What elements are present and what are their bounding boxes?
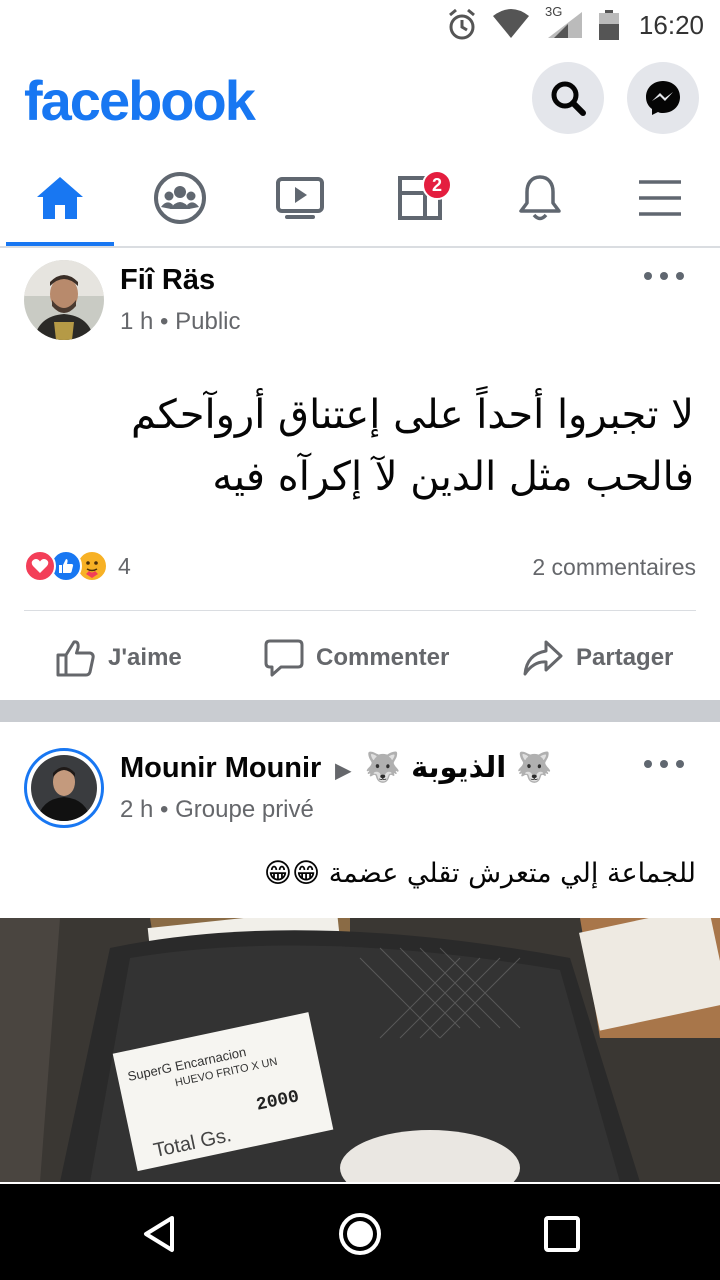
post-text: للجماعة إلي متعرش تقلي عضمة 😁😁 xyxy=(263,858,696,889)
reaction-count: 4 xyxy=(118,552,131,579)
facebook-logo[interactable]: facebook xyxy=(24,68,256,133)
group-name[interactable]: 🐺 الذيوبة 🐺 xyxy=(365,750,553,784)
arrow-right-icon: ▶ xyxy=(335,760,351,782)
comment-icon xyxy=(264,639,304,677)
status-bar: 3G 16:20 xyxy=(0,0,720,50)
tab-home[interactable] xyxy=(0,150,120,246)
tab-watch[interactable] xyxy=(240,150,360,246)
post-photo: SuperG Encarnacion HUEVO FRITO X UN 2000… xyxy=(0,918,720,1182)
thumbs-up-icon xyxy=(56,640,95,677)
dot-icon xyxy=(676,272,684,280)
feed-post: Mounir Mounir ▶ 🐺 الذيوبة 🐺 2 h • Groupe… xyxy=(0,722,720,1182)
dot-icon xyxy=(644,760,652,768)
post-options-button[interactable] xyxy=(644,754,684,774)
messenger-button[interactable] xyxy=(627,62,699,134)
profile-photo xyxy=(31,755,97,821)
bell-icon xyxy=(519,175,561,221)
main-nav: 2 xyxy=(0,150,720,248)
post-time[interactable]: 2 h xyxy=(120,796,153,823)
tab-menu[interactable] xyxy=(600,150,720,246)
menu-icon xyxy=(639,180,681,216)
search-icon xyxy=(551,81,586,116)
like-button[interactable]: J'aime xyxy=(56,630,182,686)
tab-pages[interactable]: 2 xyxy=(360,150,480,246)
like-label: J'aime xyxy=(108,644,182,671)
post-author-line: Mounir Mounir ▶ 🐺 الذيوبة 🐺 xyxy=(120,750,552,785)
dot-icon xyxy=(676,760,684,768)
meta-separator: • xyxy=(160,796,176,823)
avatar[interactable] xyxy=(24,260,104,340)
video-icon xyxy=(276,177,324,219)
dot-icon xyxy=(660,272,668,280)
messenger-icon xyxy=(646,81,680,115)
system-nav-bar xyxy=(0,1184,720,1280)
share-label: Partager xyxy=(576,644,674,671)
notification-badge: 2 xyxy=(422,170,452,200)
app-header: facebook xyxy=(0,50,720,150)
signal-icon xyxy=(548,12,582,38)
tab-groups[interactable] xyxy=(120,150,240,246)
home-icon xyxy=(37,177,83,219)
feed-post: Fiî Räs 1 h • Public لا تجبروا أحداً على… xyxy=(0,250,720,700)
post-author[interactable]: Mounir Mounir xyxy=(120,752,321,784)
post-audience: Public xyxy=(175,308,241,335)
alarm-icon xyxy=(449,8,475,40)
share-icon xyxy=(523,640,563,676)
back-icon[interactable] xyxy=(138,1212,182,1256)
share-button[interactable]: Partager xyxy=(522,630,673,686)
post-options-button[interactable] xyxy=(644,266,684,286)
profile-photo xyxy=(24,260,104,340)
post-image[interactable]: SuperG Encarnacion HUEVO FRITO X UN 2000… xyxy=(0,918,720,1182)
post-text-line: لا تجبروا أحداً على إعتناق أروآحكم xyxy=(131,392,694,438)
battery-icon xyxy=(599,10,619,40)
wifi-icon xyxy=(493,9,529,38)
clock: 16:20 xyxy=(638,10,704,40)
love-reaction-icon xyxy=(24,550,56,582)
dot-icon xyxy=(644,272,652,280)
comment-button[interactable]: Commenter xyxy=(264,630,449,686)
comments-count[interactable]: 2 commentaires xyxy=(532,554,696,581)
post-author[interactable]: Fiî Räs xyxy=(120,264,215,297)
avatar[interactable] xyxy=(24,748,104,828)
post-time[interactable]: 1 h xyxy=(120,308,153,335)
reaction-summary[interactable]: 4 xyxy=(24,550,131,582)
post-meta: 1 h • Public xyxy=(120,308,241,336)
comment-label: Commenter xyxy=(316,644,450,671)
recents-icon[interactable] xyxy=(540,1212,584,1256)
feed-separator xyxy=(0,700,720,722)
post-actions: J'aime Commenter Partager xyxy=(0,630,720,686)
divider xyxy=(24,610,696,611)
post-audience: Groupe privé xyxy=(175,796,314,823)
post-meta: 2 h • Groupe privé xyxy=(120,796,314,824)
groups-icon xyxy=(154,172,206,224)
post-text: لا تجبروا أحداً على إعتناق أروآحكم فالحب… xyxy=(34,384,694,508)
dot-icon xyxy=(660,760,668,768)
home-button-icon[interactable] xyxy=(338,1212,382,1256)
meta-separator: • xyxy=(160,308,176,335)
tab-notifications[interactable] xyxy=(480,150,600,246)
post-text-line: فالحب مثل الدين لآ إكرآه فيه xyxy=(212,454,694,500)
search-button[interactable] xyxy=(532,62,604,134)
